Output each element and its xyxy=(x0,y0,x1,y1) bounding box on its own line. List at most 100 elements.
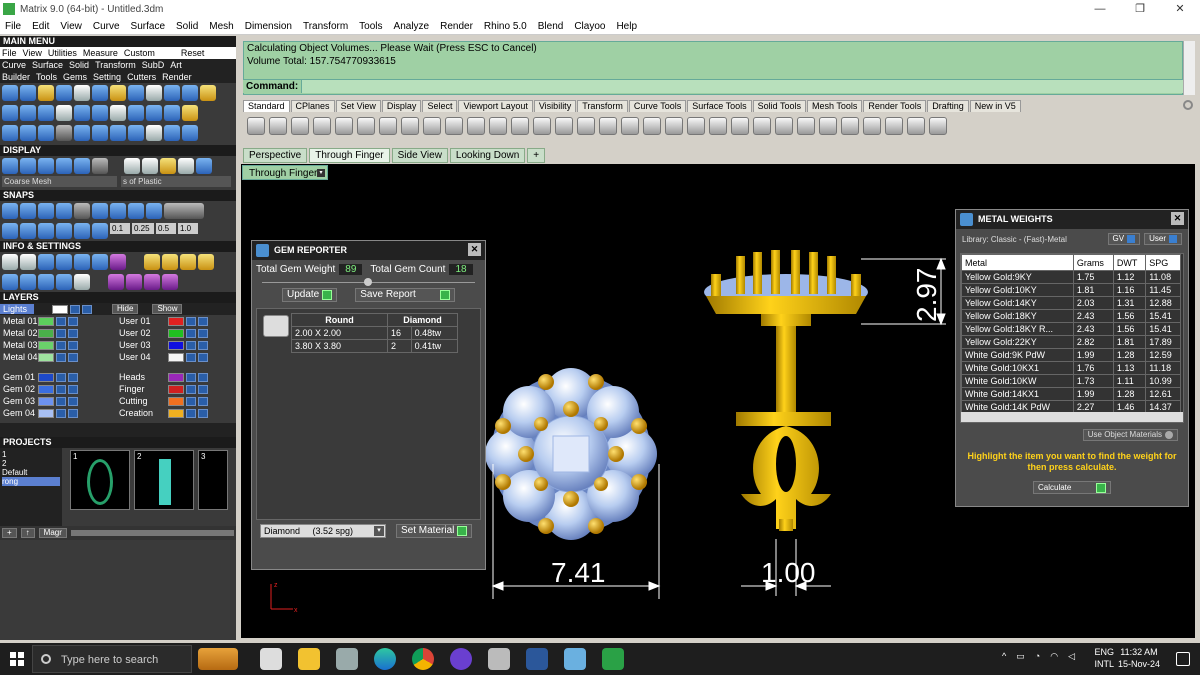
tab-new-in-v5[interactable]: New in V5 xyxy=(969,100,1021,112)
units-icon[interactable] xyxy=(92,254,108,270)
menu-help[interactable]: Help xyxy=(611,21,643,32)
ortho-icon[interactable] xyxy=(164,203,204,219)
mm-transform[interactable]: Transform xyxy=(95,59,136,71)
tab-solid-tools[interactable]: Solid Tools xyxy=(752,100,806,112)
notification-icon[interactable] xyxy=(1176,652,1190,666)
lock-icon[interactable] xyxy=(186,372,196,382)
tool-1-icon[interactable] xyxy=(108,274,124,290)
mm-surface[interactable]: Surface xyxy=(32,59,63,71)
twist-icon[interactable] xyxy=(92,105,108,121)
close-button[interactable]: ✕ xyxy=(1160,0,1200,18)
material-ball-2-icon[interactable] xyxy=(142,158,158,174)
zoom-extents-icon[interactable] xyxy=(533,117,551,135)
snap-0-5[interactable]: 0.5 xyxy=(156,223,176,234)
project-thumb-1[interactable]: 1 xyxy=(70,450,130,510)
lights-layer[interactable]: Lights xyxy=(0,304,34,314)
mm-view[interactable]: View xyxy=(23,47,42,59)
tab-mesh-tools[interactable]: Mesh Tools xyxy=(806,100,863,112)
menu-tools[interactable]: Tools xyxy=(354,21,388,32)
eye-icon[interactable] xyxy=(198,340,208,350)
clipboard-icon[interactable] xyxy=(401,117,419,135)
restore-button[interactable]: ❐ xyxy=(1120,0,1160,18)
select-icon[interactable] xyxy=(665,117,683,135)
snap-mid-icon[interactable] xyxy=(56,203,72,219)
metal-04-swatch[interactable] xyxy=(38,352,54,362)
tab-set-view[interactable]: Set View xyxy=(335,100,381,112)
paint-icon[interactable] xyxy=(753,117,771,135)
table-row[interactable]: 3.80 X 3.80 2 0.41tw xyxy=(291,339,459,353)
menu-curve[interactable]: Curve xyxy=(88,21,126,32)
arc-icon[interactable] xyxy=(20,125,36,141)
object-props-icon[interactable] xyxy=(643,117,661,135)
tool-2-icon[interactable] xyxy=(126,274,142,290)
battery-icon[interactable]: ▭ xyxy=(1016,651,1025,662)
rendered-sphere-icon[interactable] xyxy=(819,117,837,135)
prong-icon[interactable] xyxy=(56,85,72,101)
tab-cplanes[interactable]: CPlanes xyxy=(290,100,335,112)
pattern-icon[interactable] xyxy=(56,105,72,121)
lock-icon[interactable] xyxy=(731,117,749,135)
clock[interactable]: 11:32 AM 15-Nov-24 xyxy=(1118,646,1160,670)
layer-heads[interactable]: Heads xyxy=(116,372,168,382)
user-02-swatch[interactable] xyxy=(168,328,184,338)
layer-metal-03[interactable]: Metal 03 xyxy=(0,340,38,350)
eye-icon[interactable] xyxy=(68,396,78,406)
eye-icon[interactable] xyxy=(198,316,208,326)
menu-solid[interactable]: Solid xyxy=(171,21,204,32)
menu-clayoo[interactable]: Clayoo xyxy=(569,21,611,32)
show-button[interactable]: Show xyxy=(152,304,183,314)
table-row[interactable]: Yellow Gold:9KY 1.75 1.12 11.08 xyxy=(961,270,1181,284)
material-ball-5-icon[interactable] xyxy=(196,158,212,174)
lock-icon[interactable] xyxy=(56,372,66,382)
layer-cutting[interactable]: Cutting xyxy=(116,396,168,406)
gem-04-swatch[interactable] xyxy=(38,408,54,418)
gem-03-swatch[interactable] xyxy=(38,396,54,406)
layer-user-03[interactable]: User 03 xyxy=(116,340,168,350)
search-box[interactable]: Type here to search xyxy=(32,645,192,673)
gem-01-swatch[interactable] xyxy=(38,372,54,382)
halo-icon[interactable] xyxy=(146,85,162,101)
tab-through-finger[interactable]: Through Finger xyxy=(309,148,390,163)
loft-icon[interactable] xyxy=(20,105,36,121)
paint-icon[interactable] xyxy=(488,648,510,670)
planar-icon[interactable] xyxy=(20,223,36,239)
eye-icon[interactable] xyxy=(68,352,78,362)
tab-render-tools[interactable]: Render Tools xyxy=(863,100,927,112)
bezel-icon[interactable] xyxy=(92,85,108,101)
snap-cen-icon[interactable] xyxy=(74,203,90,219)
rotate-view-icon[interactable] xyxy=(467,117,485,135)
eye-icon[interactable] xyxy=(68,384,78,394)
user-03-swatch[interactable] xyxy=(168,340,184,350)
mm-file[interactable]: File xyxy=(2,47,17,59)
report-2-icon[interactable] xyxy=(162,254,178,270)
mm-gems[interactable]: Gems xyxy=(63,71,87,83)
project-item-rong[interactable]: rong xyxy=(2,477,60,486)
mm-curve[interactable]: Curve xyxy=(2,59,26,71)
light-icon[interactable] xyxy=(863,117,881,135)
mm-custom[interactable]: Custom xyxy=(124,47,155,59)
cut-icon[interactable] xyxy=(357,117,375,135)
grid-snap-icon[interactable] xyxy=(2,223,18,239)
tab-select[interactable]: Select xyxy=(422,100,458,112)
layer-gem-03[interactable]: Gem 03 xyxy=(0,396,38,406)
render-settings-icon[interactable] xyxy=(110,254,126,270)
ring-icon[interactable] xyxy=(20,85,36,101)
bail-icon[interactable] xyxy=(200,85,216,101)
save-report-button[interactable]: Save Report xyxy=(355,288,455,302)
layer-gem-02[interactable]: Gem 02 xyxy=(0,384,38,394)
tab-drafting[interactable]: Drafting xyxy=(927,100,969,112)
line-icon[interactable] xyxy=(56,125,72,141)
chevron-up-icon[interactable]: ^ xyxy=(1002,651,1006,662)
mm-subd[interactable]: SubD xyxy=(142,59,165,71)
grid-info-icon[interactable] xyxy=(74,274,90,290)
menu-surface[interactable]: Surface xyxy=(126,21,171,32)
snap-0-1[interactable]: 0.1 xyxy=(110,223,130,234)
layer-metal-02[interactable]: Metal 02 xyxy=(0,328,38,338)
mesh-quality-select[interactable]: Coarse Mesh xyxy=(2,176,117,187)
array-icon[interactable] xyxy=(146,105,162,121)
tab-looking-down[interactable]: Looking Down xyxy=(449,148,526,163)
gem-icon[interactable] xyxy=(2,85,18,101)
language-indicator[interactable]: ENG INTL xyxy=(1094,646,1114,670)
help-icon[interactable] xyxy=(929,117,947,135)
heads-swatch[interactable] xyxy=(168,372,184,382)
